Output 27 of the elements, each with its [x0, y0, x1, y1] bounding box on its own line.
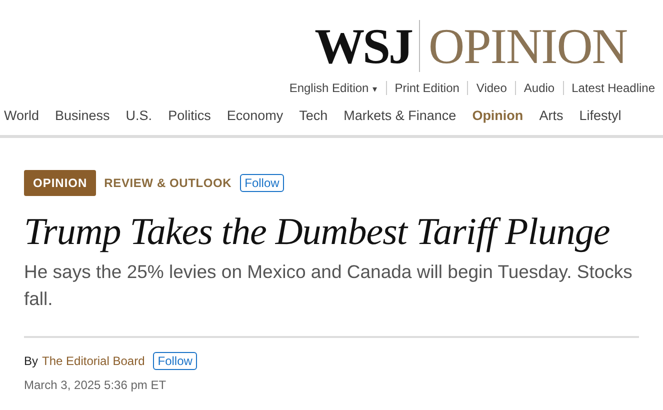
author-link[interactable]: The Editorial Board: [42, 352, 145, 370]
utility-link[interactable]: Print Edition: [386, 79, 468, 97]
utility-link[interactable]: Video: [468, 79, 515, 97]
brand-logo[interactable]: WSJ: [314, 18, 412, 74]
nav-tab[interactable]: U.S.: [126, 106, 152, 127]
nav-tab[interactable]: World: [4, 106, 40, 127]
byline-label: By: [24, 353, 38, 370]
opinion-label: OPINION: [24, 170, 96, 196]
section-title[interactable]: OPINION: [428, 18, 627, 74]
utility-link[interactable]: Latest Headline: [564, 79, 663, 97]
subheadline: He says the 25% levies on Mexico and Canada will begin Tuesday. Stocks fall.: [24, 260, 634, 311]
publish-date: March 3, 2025 5:36 pm ET: [24, 377, 168, 394]
nav-tab[interactable]: Arts: [539, 106, 564, 127]
nav-tab[interactable]: Politics: [168, 106, 211, 127]
nav-tab[interactable]: Economy: [226, 106, 284, 127]
edition-dropdown[interactable]: English Edition ▾: [281, 79, 386, 97]
nav-tab[interactable]: Tech: [299, 106, 328, 127]
nav-tab[interactable]: Opinion: [472, 106, 524, 127]
nav-tab[interactable]: Business: [55, 106, 110, 127]
nav-tab[interactable]: Markets & Finance: [344, 106, 456, 127]
follow-button[interactable]: Follow: [240, 174, 284, 192]
nav-tab[interactable]: Lifestyl: [579, 106, 622, 127]
follow-button[interactable]: Follow: [152, 352, 198, 370]
utility-link[interactable]: Audio: [516, 79, 563, 97]
column-link[interactable]: REVIEW & OUTLOOK: [104, 174, 232, 192]
caret-icon: ▾: [372, 84, 378, 94]
headline: Trump Takes the Dumbest Tariff Plunge: [24, 210, 611, 254]
